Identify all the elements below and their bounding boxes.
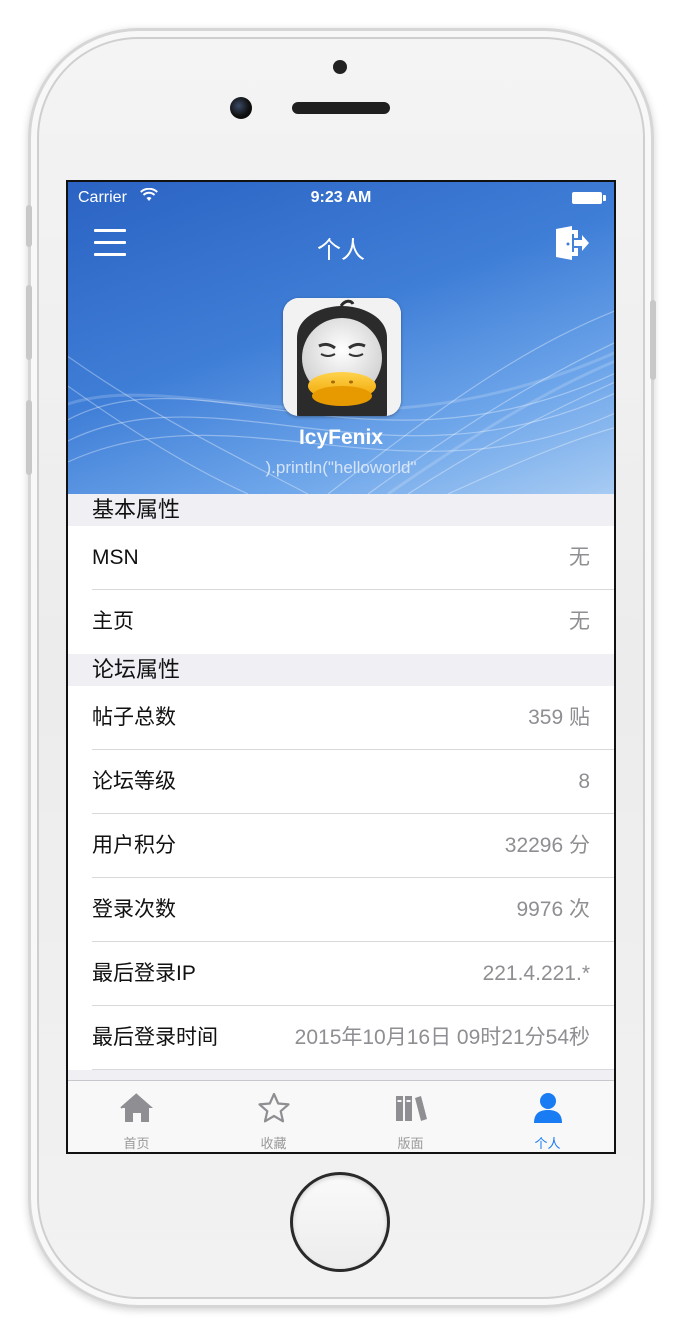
row-label: 最后登录IP: [92, 962, 196, 985]
battery-icon: [572, 192, 606, 204]
earpiece-speaker: [292, 102, 390, 114]
row-label: 论坛等级: [92, 770, 176, 793]
row-label: 用户积分: [92, 834, 176, 857]
row-value: 32296 分: [504, 834, 590, 857]
row-label: 登录次数: [92, 898, 176, 921]
row-label: 最后登录时间: [92, 1026, 218, 1049]
proximity-sensor: [333, 60, 347, 74]
list-item[interactable]: 论坛等级 8: [68, 750, 614, 814]
section-header-forum: 论坛属性: [68, 654, 614, 686]
star-icon: [257, 1092, 290, 1123]
row-value: 无: [569, 546, 590, 569]
row-value: 8: [578, 770, 590, 793]
row-label: 帖子总数: [92, 706, 176, 729]
list-item[interactable]: 主页 无: [68, 590, 614, 654]
mute-switch: [26, 205, 32, 247]
tab-home[interactable]: 首页: [68, 1081, 205, 1152]
status-time: 9:23 AM: [310, 189, 372, 206]
section-header-basic: 基本属性: [68, 494, 614, 526]
tab-label: 版面: [397, 1136, 424, 1151]
list-item[interactable]: MSN 无: [68, 526, 614, 590]
tab-label: 个人: [534, 1136, 561, 1151]
row-value: 无: [569, 610, 590, 633]
navigation-bar: 个人: [68, 216, 614, 272]
volume-down-button: [26, 400, 32, 475]
row-value: 2015年10月16日 09时21分54秒: [294, 1026, 590, 1049]
row-value: 359 贴: [528, 706, 590, 729]
user-signature: ).println("helloworld": [265, 458, 417, 477]
username: IcyFenix: [298, 426, 384, 449]
list-item[interactable]: 最后登录IP 221.4.221.*: [68, 942, 614, 1006]
list-item[interactable]: 登录次数 9976 次: [68, 878, 614, 942]
list-item[interactable]: 用户积分 32296 分: [68, 814, 614, 878]
penguin-avatar-icon: [283, 298, 401, 416]
logout-icon[interactable]: [552, 224, 590, 262]
row-divider: [92, 1069, 614, 1070]
profile-header: Carrier 9:23 AM 个人 IcyFenix).println("h…: [68, 182, 614, 494]
app-screen: Carrier 9:23 AM 个人 IcyFenix).println("h…: [66, 180, 616, 1154]
row-value: 221.4.221.*: [482, 962, 590, 985]
front-camera: [230, 97, 252, 119]
power-button: [650, 300, 656, 380]
books-icon: [395, 1096, 427, 1121]
tab-boards[interactable]: 版面: [342, 1081, 479, 1152]
home-button[interactable]: [290, 1172, 390, 1272]
tab-profile[interactable]: 个人: [479, 1081, 614, 1152]
profile-details: 基本属性 MSN 无 主页 无 论坛属性 帖子总数 359 贴 论坛等级 8 用…: [68, 494, 614, 1070]
list-item[interactable]: 帖子总数 359 贴: [68, 686, 614, 750]
row-label: MSN: [92, 546, 139, 569]
home-icon: [119, 1093, 153, 1122]
status-bar: Carrier 9:23 AM: [68, 182, 614, 214]
list-item[interactable]: 最后登录时间 2015年10月16日 09时21分54秒: [68, 1006, 614, 1070]
avatar[interactable]: [283, 298, 401, 416]
tab-label: 首页: [123, 1136, 150, 1151]
tab-bar: 首页 收藏 版面 个人: [68, 1080, 614, 1152]
tab-favorites[interactable]: 收藏: [205, 1081, 342, 1152]
tab-label: 收藏: [260, 1136, 287, 1151]
page-title: 个人: [317, 237, 365, 264]
volume-up-button: [26, 285, 32, 360]
row-value: 9976 次: [516, 898, 590, 921]
person-icon: [533, 1093, 562, 1123]
row-label: 主页: [92, 610, 134, 633]
